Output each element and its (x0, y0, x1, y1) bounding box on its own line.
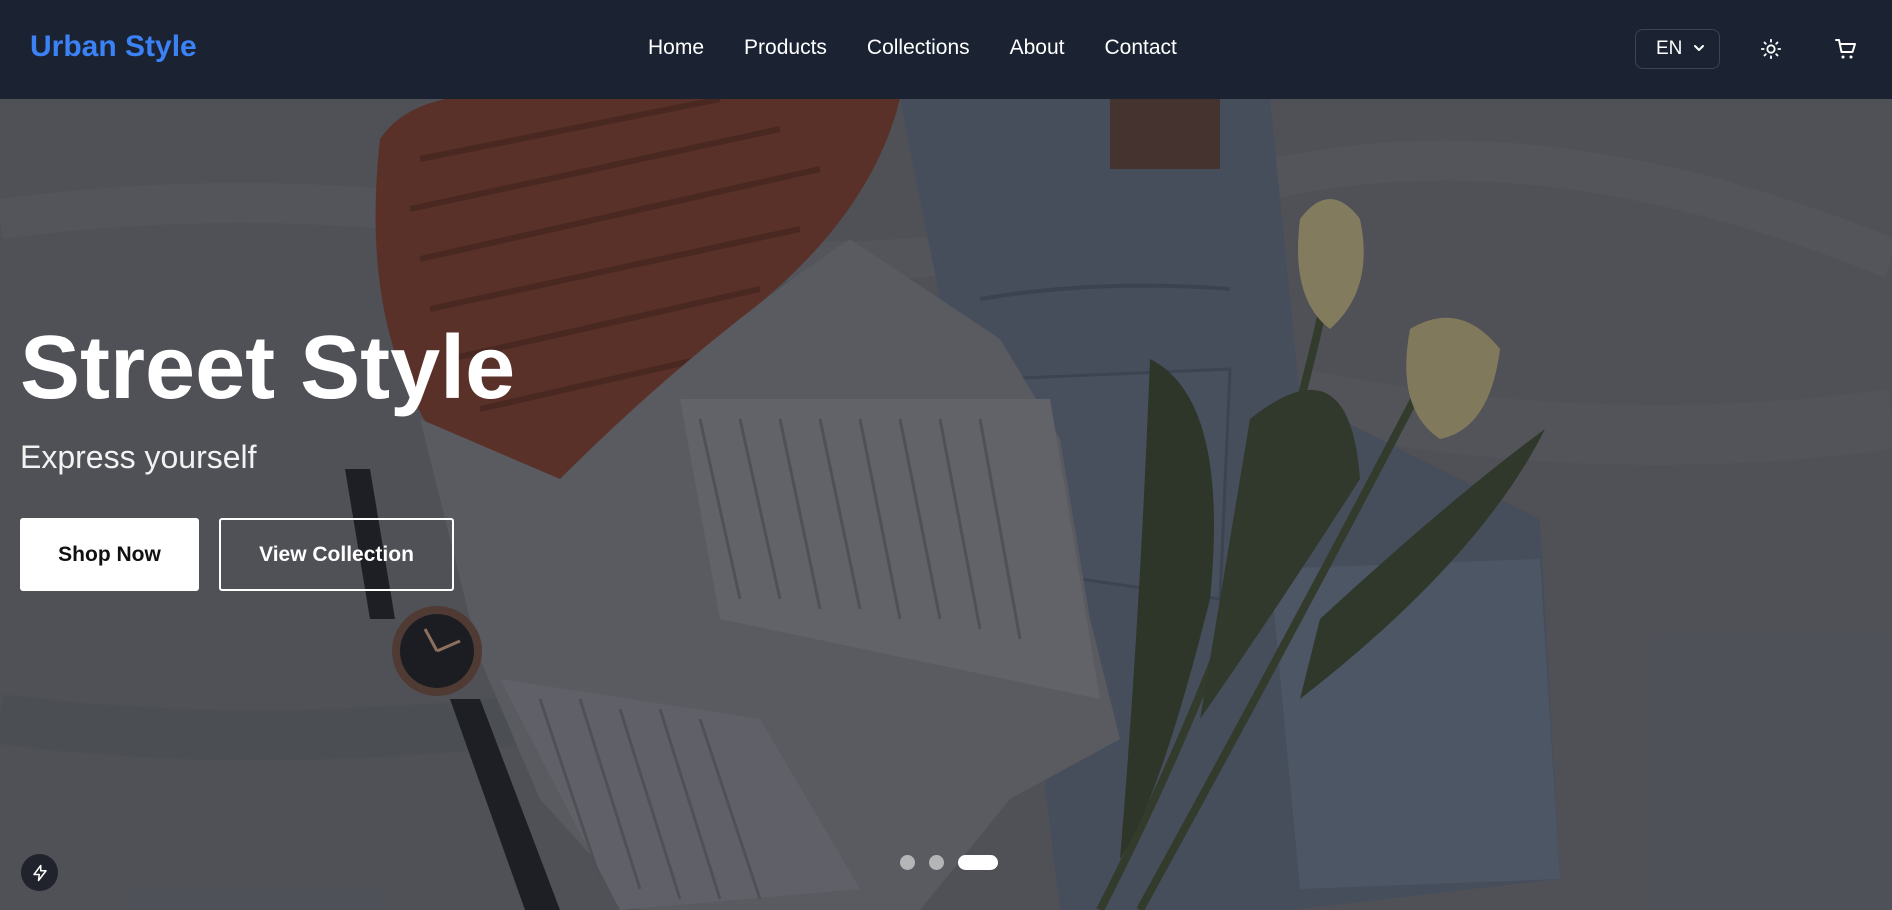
carousel-dot-1[interactable] (900, 855, 915, 870)
carousel-dot-2[interactable] (929, 855, 944, 870)
nav-products-link[interactable]: Products (744, 36, 827, 60)
carousel-indicators (900, 855, 998, 870)
hero-title: Street Style (20, 318, 516, 418)
theme-toggle-button[interactable] (1755, 33, 1787, 65)
carousel-dot-3-active[interactable] (958, 855, 998, 870)
quick-action-button[interactable] (21, 854, 58, 891)
main-nav: Home Products Collections About Contact (648, 36, 1217, 60)
shop-now-button[interactable]: Shop Now (20, 518, 199, 591)
top-navbar: Urban Style Home Products Collections Ab… (0, 0, 1892, 99)
hero-carousel: Street Style Express yourself Shop Now V… (0, 99, 1892, 910)
bolt-icon (32, 864, 47, 881)
cart-button[interactable] (1830, 33, 1862, 65)
hero-subtitle: Express yourself (20, 439, 257, 475)
nav-about-link[interactable]: About (1010, 36, 1065, 60)
view-collection-button[interactable]: View Collection (219, 518, 454, 591)
language-value: EN (1656, 38, 1683, 59)
sun-icon (1760, 38, 1782, 60)
chevron-down-icon (1694, 45, 1704, 51)
nav-collections-link[interactable]: Collections (867, 36, 970, 60)
cart-icon (1835, 39, 1856, 59)
nav-contact-link[interactable]: Contact (1105, 36, 1177, 60)
hero-overlay (0, 99, 1892, 910)
language-select[interactable]: EN (1635, 29, 1720, 69)
brand-logo[interactable]: Urban Style (30, 30, 197, 64)
nav-home-link[interactable]: Home (648, 36, 704, 60)
